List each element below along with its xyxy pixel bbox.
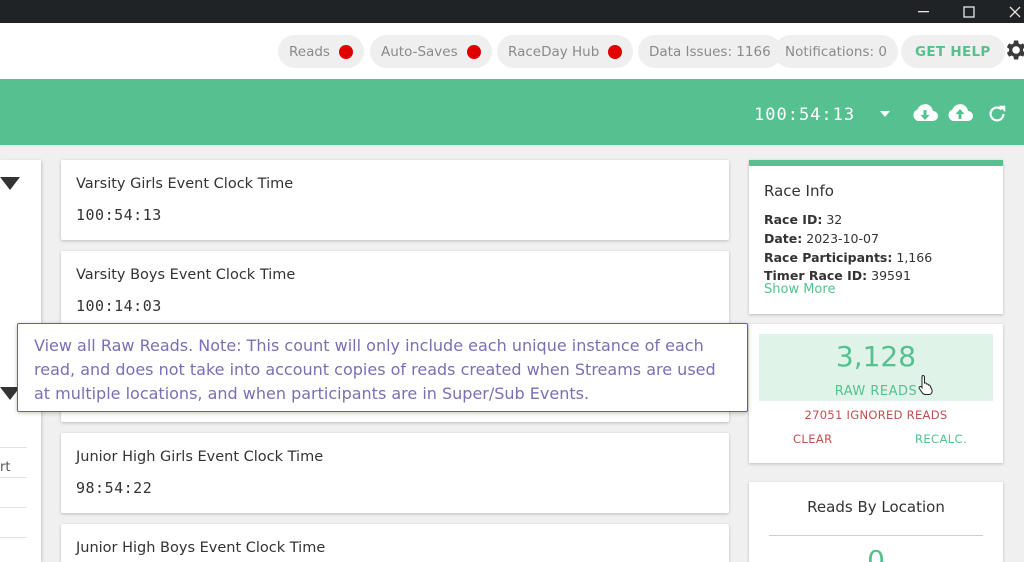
race-date-label: Date: <box>764 231 803 246</box>
event-clock-title: Junior High Girls Event Clock Time <box>76 449 324 465</box>
autosaves-status-pill[interactable]: Auto-Saves <box>370 35 492 68</box>
top-toolbar: Reads Auto-Saves RaceDay Hub Data Issues… <box>0 23 1024 79</box>
reads-by-location-divider <box>769 535 983 536</box>
raw-reads-label: RAW READS <box>834 384 918 399</box>
collapse-triangle-icon[interactable] <box>0 177 20 190</box>
race-participants-label: Race Participants: <box>764 250 893 265</box>
event-clock-card: Varsity Girls Event Clock Time 100:54:13 <box>61 160 729 240</box>
notifications-pill[interactable]: Notifications: 0 <box>774 35 898 68</box>
event-clock-title: Varsity Girls Event Clock Time <box>76 176 294 192</box>
raceday-hub-label: RaceDay Hub <box>508 43 600 60</box>
get-help-button[interactable]: GET HELP <box>901 35 1005 68</box>
race-participants-value: 1,166 <box>896 250 933 265</box>
left-panel-row <box>0 508 27 538</box>
reads-by-location-card: Reads By Location 0 <box>749 482 1003 562</box>
race-date-value: 2023-10-07 <box>806 231 879 246</box>
show-more-link[interactable]: Show More <box>764 282 835 297</box>
race-participants-line: Race Participants: 1,166 <box>764 250 932 265</box>
reads-status-label: Reads <box>289 43 330 60</box>
timer-race-id-line: Timer Race ID: 39591 <box>764 268 911 283</box>
reads-status-dot <box>338 44 353 59</box>
race-date-line: Date: 2023-10-07 <box>764 231 879 246</box>
reads-status-pill[interactable]: Reads <box>278 35 364 68</box>
raceday-hub-status-pill[interactable]: RaceDay Hub <box>497 35 634 68</box>
reads-by-location-title: Reads By Location <box>807 498 945 516</box>
left-panel-row <box>0 448 27 478</box>
clear-button[interactable]: CLEAR <box>793 432 833 446</box>
left-panel-row <box>0 478 27 508</box>
notifications-label: Notifications: 0 <box>785 43 887 60</box>
recalc-button[interactable]: RECALC. <box>915 432 967 446</box>
event-clock-card: Junior High Boys Event Clock Time <box>61 524 729 562</box>
race-info-title: Race Info <box>764 182 834 200</box>
race-id-label: Race ID: <box>764 212 823 227</box>
race-id-value: 32 <box>826 212 843 227</box>
autosaves-status-dot <box>466 44 481 59</box>
minimize-icon[interactable] <box>904 0 944 23</box>
raceday-hub-dot <box>608 44 623 59</box>
raw-reads-count: 3,128 <box>835 340 917 373</box>
raw-reads-button[interactable]: 3,128 RAW READS <box>759 334 993 401</box>
raw-reads-card: 3,128 RAW READS 27051 IGNORED READS CLEA… <box>749 324 1003 463</box>
data-issues-pill[interactable]: Data Issues: 1166 <box>638 35 782 68</box>
cloud-download-icon[interactable] <box>911 101 939 131</box>
event-clock-card: Varsity Boys Event Clock Time 100:14:03 <box>61 251 729 331</box>
event-clock-time: 100:14:03 <box>76 297 162 315</box>
header-bar <box>0 79 1024 145</box>
race-info-card: Race Info Race ID: 32 Date: 2023-10-07 R… <box>749 160 1003 314</box>
event-clock-time: 98:54:22 <box>76 479 153 497</box>
hand-pointer-cursor-icon <box>918 374 934 400</box>
header-clock: 100:54:13 <box>754 105 856 125</box>
raw-reads-tooltip: View all Raw Reads. Note: This count wil… <box>17 323 748 412</box>
maximize-icon[interactable] <box>949 0 989 23</box>
event-clock-card: Junior High Girls Event Clock Time 98:54… <box>61 433 729 513</box>
get-help-label: GET HELP <box>915 43 991 60</box>
reads-by-location-count: 0 <box>867 544 885 562</box>
race-id-line: Race ID: 32 <box>764 212 842 227</box>
timer-race-id-value: 39591 <box>871 268 911 283</box>
event-clock-title: Varsity Boys Event Clock Time <box>76 267 296 283</box>
cloud-upload-icon[interactable] <box>946 101 974 131</box>
chevron-down-icon[interactable] <box>880 111 890 117</box>
data-issues-label: Data Issues: 1166 <box>649 43 771 60</box>
close-icon[interactable] <box>995 0 1024 23</box>
ignored-reads-link[interactable]: 27051 IGNORED READS <box>749 408 1003 422</box>
left-panel-row <box>0 418 27 448</box>
event-clock-time: 100:54:13 <box>76 206 162 224</box>
event-clock-title: Junior High Boys Event Clock Time <box>76 540 326 556</box>
autosaves-status-label: Auto-Saves <box>381 43 458 60</box>
refresh-icon[interactable] <box>986 103 1008 129</box>
window-title-bar <box>0 0 1024 23</box>
gear-icon[interactable] <box>1002 37 1024 63</box>
timer-race-id-label: Timer Race ID: <box>764 268 868 283</box>
